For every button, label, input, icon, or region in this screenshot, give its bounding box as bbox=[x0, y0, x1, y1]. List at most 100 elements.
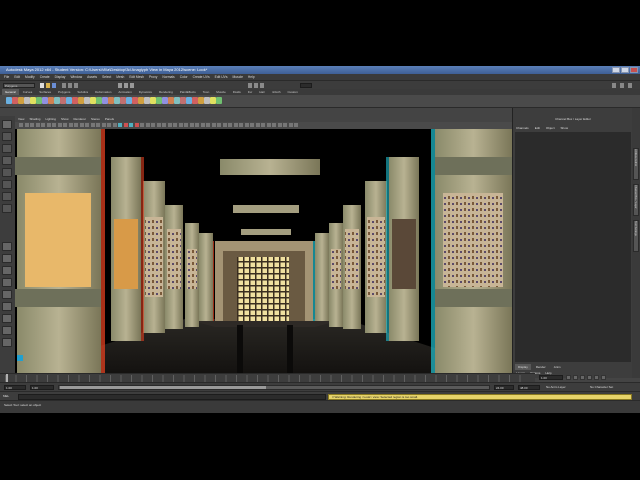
playblast-icon[interactable] bbox=[184, 123, 188, 127]
aspect-icon[interactable] bbox=[239, 123, 243, 127]
render-layer-icon[interactable] bbox=[283, 123, 287, 127]
layout-hypershade-icon[interactable] bbox=[2, 302, 12, 311]
stereo-right-icon[interactable] bbox=[129, 123, 133, 127]
layout-uv-icon[interactable] bbox=[2, 314, 12, 323]
move-tool-icon[interactable] bbox=[2, 156, 12, 165]
animation-end-field[interactable]: 48.00 bbox=[518, 385, 540, 390]
backface-icon[interactable] bbox=[266, 123, 271, 127]
isolate-icon[interactable] bbox=[112, 123, 117, 127]
filter-icon[interactable] bbox=[294, 123, 298, 127]
step-back-icon[interactable] bbox=[573, 375, 578, 380]
lights-icon[interactable] bbox=[96, 123, 100, 127]
zoom-icon[interactable] bbox=[140, 123, 144, 127]
high-quality-icon[interactable] bbox=[272, 123, 276, 127]
current-frame-field[interactable]: 1.00 bbox=[539, 375, 563, 380]
select-tool-icon[interactable] bbox=[2, 120, 12, 129]
anti-alias-icon[interactable] bbox=[211, 123, 216, 127]
snapshot-icon[interactable] bbox=[178, 123, 183, 127]
hud-icon[interactable] bbox=[173, 123, 177, 127]
snap-point-icon[interactable] bbox=[130, 83, 134, 88]
time-slider[interactable] bbox=[0, 373, 535, 383]
select-object-icon[interactable] bbox=[68, 83, 72, 88]
mel-label[interactable]: MEL bbox=[3, 393, 9, 400]
display-layer-icon[interactable] bbox=[277, 123, 282, 127]
shadows-icon[interactable] bbox=[101, 123, 106, 127]
dolly-icon[interactable] bbox=[151, 123, 155, 127]
stereo-left-icon[interactable] bbox=[123, 123, 128, 127]
safe-title-icon[interactable] bbox=[74, 123, 78, 127]
ipr-render-icon[interactable] bbox=[254, 83, 258, 88]
overscan-icon[interactable] bbox=[244, 123, 249, 127]
select-component-icon[interactable] bbox=[74, 83, 78, 88]
minimize-button[interactable] bbox=[612, 67, 620, 73]
close-button[interactable] bbox=[630, 67, 638, 73]
camera-select-icon[interactable] bbox=[19, 123, 23, 127]
side-tab-tool-settings[interactable]: Tool Settings bbox=[633, 220, 639, 252]
scale-tool-icon[interactable] bbox=[2, 180, 12, 189]
xray-icon[interactable] bbox=[107, 123, 111, 127]
layout-outliner-icon[interactable] bbox=[2, 290, 12, 299]
last-tool-icon[interactable] bbox=[2, 204, 12, 213]
grid-icon[interactable] bbox=[41, 123, 45, 127]
tumble-icon[interactable] bbox=[156, 123, 161, 127]
render-settings-icon[interactable] bbox=[260, 83, 264, 88]
lasso-tool-icon[interactable] bbox=[2, 132, 12, 141]
character-set-dropdown[interactable]: No Character Set bbox=[590, 385, 613, 390]
layout-four-icon[interactable] bbox=[2, 254, 12, 263]
focal-icon[interactable] bbox=[233, 123, 238, 127]
smooth-shade-icon[interactable] bbox=[85, 123, 89, 127]
paint-select-tool-icon[interactable] bbox=[2, 144, 12, 153]
animation-start-field[interactable]: 1.00 bbox=[4, 385, 26, 390]
film-gate-icon[interactable] bbox=[46, 123, 51, 127]
show-attribute-editor-icon[interactable] bbox=[612, 83, 616, 88]
input-field-icon[interactable] bbox=[300, 83, 312, 88]
go-to-start-icon[interactable] bbox=[566, 375, 571, 380]
manipulator-tool-icon[interactable] bbox=[2, 192, 12, 201]
new-scene-icon[interactable] bbox=[40, 83, 44, 88]
image-plane-icon[interactable] bbox=[35, 123, 40, 127]
snap-grid-icon[interactable] bbox=[118, 83, 122, 88]
safe-action-icon[interactable] bbox=[68, 123, 73, 127]
layout-graph-icon[interactable] bbox=[2, 326, 12, 335]
grease-pencil-icon[interactable] bbox=[189, 123, 194, 127]
range-slider-track[interactable] bbox=[58, 385, 490, 390]
script-editor-icon[interactable] bbox=[216, 97, 222, 104]
clipping-icon[interactable] bbox=[222, 123, 227, 127]
stereo-center-icon[interactable] bbox=[134, 123, 139, 127]
channel-menu-show[interactable]: Show bbox=[561, 125, 569, 131]
channel-box-list[interactable] bbox=[515, 132, 631, 362]
default-lighting-icon[interactable] bbox=[261, 123, 265, 127]
rotate-tool-icon[interactable] bbox=[2, 168, 12, 177]
channel-menu-edit[interactable]: Edit bbox=[535, 125, 540, 131]
light-linking-icon[interactable] bbox=[288, 123, 293, 127]
camera-attributes-icon[interactable] bbox=[24, 123, 29, 127]
channel-menu-object[interactable]: Object bbox=[546, 125, 555, 131]
playback-end-field[interactable]: 24.00 bbox=[494, 385, 514, 390]
save-scene-icon[interactable] bbox=[52, 83, 56, 88]
frame-all-icon[interactable] bbox=[162, 123, 166, 127]
show-tool-settings-icon[interactable] bbox=[620, 83, 624, 88]
motion-blur-icon[interactable] bbox=[206, 123, 210, 127]
stereo-camera-viewport[interactable] bbox=[15, 129, 512, 373]
field-chart-icon[interactable] bbox=[63, 123, 67, 127]
bookmark-icon[interactable] bbox=[30, 123, 34, 127]
snap-curve-icon[interactable] bbox=[124, 83, 128, 88]
play-forward-icon[interactable] bbox=[587, 375, 592, 380]
show-channel-box-icon[interactable] bbox=[628, 83, 632, 88]
render-icon[interactable] bbox=[248, 83, 252, 88]
wireframe-icon[interactable] bbox=[79, 123, 84, 127]
layout-persp-graph-icon[interactable] bbox=[2, 278, 12, 287]
layout-single-icon[interactable] bbox=[2, 242, 12, 251]
near-far-icon[interactable] bbox=[228, 123, 232, 127]
layout-two-icon[interactable] bbox=[2, 266, 12, 275]
select-hierarchy-icon[interactable] bbox=[62, 83, 66, 88]
open-scene-icon[interactable] bbox=[46, 83, 50, 88]
layout-custom-icon[interactable] bbox=[2, 338, 12, 347]
pivot-icon[interactable] bbox=[250, 123, 254, 127]
anim-layer-dropdown[interactable]: No Anim Layer bbox=[546, 385, 566, 390]
frame-selected-icon[interactable] bbox=[167, 123, 172, 127]
pan-icon[interactable] bbox=[145, 123, 150, 127]
gate-mask-icon[interactable] bbox=[57, 123, 62, 127]
texture-icon[interactable] bbox=[90, 123, 95, 127]
side-tab-attribute-editor[interactable]: Attribute Editor bbox=[633, 148, 639, 180]
